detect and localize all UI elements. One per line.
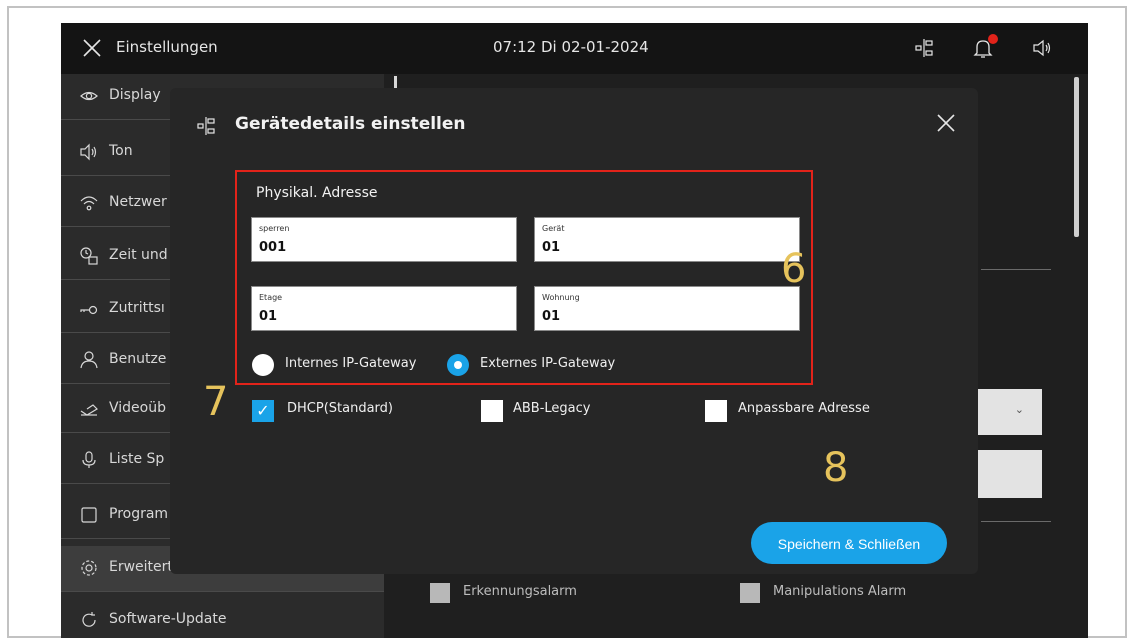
eye-icon (80, 91, 98, 101)
divider (981, 521, 1051, 522)
sidebar-item-software-update[interactable]: Software-Update (61, 598, 384, 638)
field-value: 001 (259, 240, 287, 255)
sidebar-item-label: Ton (109, 143, 133, 159)
network-device-icon[interactable] (913, 37, 935, 59)
physical-address-highlight: Physikal. Adresse sperren 001 Gerät 01 E… (235, 170, 813, 385)
sidebar-item-label: Zeit und (109, 247, 168, 263)
sidebar-item-label: Software-Update (109, 611, 227, 627)
erkennungsalarm-checkbox[interactable] (430, 583, 450, 603)
square-icon (81, 507, 97, 523)
divider (981, 269, 1051, 270)
sidebar-item-label: Zutrittsı (109, 300, 165, 316)
sidebar-item-label: Benutze (109, 351, 167, 367)
chevron-down-icon: ⌄ (1014, 403, 1024, 416)
dialog-title: Gerätedetails einstellen (235, 114, 466, 134)
annotation-7: 7 (203, 379, 229, 425)
abb-legacy-checkbox[interactable] (481, 400, 503, 422)
field-value: 01 (542, 240, 561, 255)
field-label: Wohnung (542, 293, 580, 302)
gear-icon (81, 560, 97, 576)
field-value: 01 (542, 309, 561, 324)
notification-dot (988, 34, 998, 44)
physical-address-title: Physikal. Adresse (256, 185, 378, 201)
key-icon (80, 305, 98, 315)
clock-datetime: 07:12 Di 02-01-2024 (493, 38, 649, 56)
speaker-icon[interactable] (1031, 37, 1053, 59)
page-title: Einstellungen (116, 38, 218, 56)
clock-calendar-icon (80, 247, 98, 265)
notification-bell-icon[interactable] (972, 34, 998, 59)
content-scrollbar[interactable] (1074, 77, 1079, 237)
manipulations-alarm-checkbox[interactable] (740, 583, 760, 603)
user-icon (80, 351, 98, 369)
background-dropdown[interactable]: ⌄ (978, 389, 1042, 435)
video-transfer-icon (80, 404, 98, 416)
speaker-icon (80, 143, 97, 161)
manipulations-alarm-label: Manipulations Alarm (773, 584, 907, 599)
wifi-icon (80, 196, 98, 211)
anpassbare-adresse-checkbox[interactable] (705, 400, 727, 422)
close-icon[interactable] (935, 112, 957, 134)
field-value: 01 (259, 309, 278, 324)
etage-field[interactable]: Etage 01 (251, 286, 517, 331)
sidebar-item-label: Program (109, 506, 169, 522)
field-label: Etage (259, 293, 283, 302)
background-button[interactable] (978, 450, 1042, 498)
dhcp-checkbox[interactable]: ✓ (252, 400, 274, 422)
device-details-dialog: Gerätedetails einstellen Physikal. Adres… (170, 88, 978, 574)
wohnung-field[interactable]: Wohnung 01 (534, 286, 800, 331)
network-device-icon (197, 117, 215, 135)
sidebar-item-label: Videoüb (109, 400, 166, 416)
refresh-icon (82, 612, 96, 627)
internes-ip-gateway-radio[interactable] (252, 354, 274, 376)
geraet-field[interactable]: Gerät 01 (534, 217, 800, 262)
close-icon[interactable] (81, 37, 103, 59)
annotation-8: 8 (823, 445, 849, 491)
dhcp-label: DHCP(Standard) (287, 401, 393, 416)
field-label: sperren (259, 224, 290, 233)
sidebar-item-label: Netzwer (109, 194, 167, 210)
microphone-icon (82, 451, 96, 468)
erkennungsalarm-label: Erkennungsalarm (463, 584, 577, 599)
externes-ip-gateway-radio[interactable] (447, 354, 469, 376)
sidebar-item-label: Display (109, 87, 161, 103)
annotation-6: 6 (781, 246, 807, 292)
sidebar-item-label: Liste Sp (109, 451, 165, 467)
field-label: Gerät (542, 224, 565, 233)
externes-ip-gateway-label: Externes IP-Gateway (480, 356, 616, 371)
anpassbare-adresse-label: Anpassbare Adresse (738, 401, 870, 416)
top-bar: Einstellungen 07:12 Di 02-01-2024 (61, 23, 1088, 74)
internes-ip-gateway-label: Internes IP-Gateway (285, 356, 417, 371)
device-screen: Einstellungen 07:12 Di 02-01-2024 Displa… (61, 23, 1088, 638)
sperren-field[interactable]: sperren 001 (251, 217, 517, 262)
save-close-button[interactable]: Speichern & Schließen (751, 522, 947, 564)
abb-legacy-label: ABB-Legacy (513, 401, 591, 416)
